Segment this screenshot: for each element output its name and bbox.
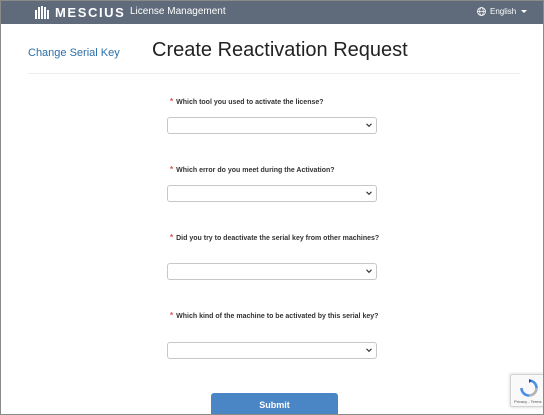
top-navbar: MESCIUS License Management English — [1, 1, 543, 24]
submit-button[interactable]: Submit — [211, 393, 338, 414]
brand-logo[interactable]: MESCIUS — [35, 5, 125, 20]
question-text: Which kind of the machine to be activate… — [176, 313, 379, 320]
required-asterisk: * — [170, 165, 174, 174]
question-text: Did you try to deactivate the serial key… — [176, 235, 380, 242]
question-label-deactivate: * Did you try to deactivate the serial ke… — [170, 233, 380, 244]
select-machine[interactable] — [167, 342, 377, 359]
chevron-down-icon — [366, 123, 372, 128]
chevron-down-icon — [366, 348, 372, 353]
question-label-machine: * Which kind of the machine to be activat… — [170, 311, 380, 322]
caret-down-icon — [521, 10, 528, 13]
question-text: Which error do you meet during the Activ… — [176, 167, 335, 174]
chevron-down-icon — [366, 269, 372, 274]
question-label-error: * Which error do you meet during the Acti… — [170, 165, 380, 176]
chevron-down-icon — [366, 191, 372, 196]
recaptcha-badge[interactable]: Privacy - Terms — [510, 374, 543, 407]
nav-license-management[interactable]: License Management — [130, 6, 226, 17]
page-title: Create Reactivation Request — [152, 39, 408, 61]
question-text: Which tool you used to activate the lice… — [176, 99, 324, 106]
language-label: English — [490, 7, 517, 16]
required-asterisk: * — [170, 233, 174, 242]
page-frame: MESCIUS License Management English Chang… — [0, 0, 544, 415]
language-selector[interactable]: English — [477, 7, 528, 16]
required-asterisk: * — [170, 97, 174, 106]
question-label-tool: * Which tool you used to activate the lic… — [170, 97, 380, 108]
recaptcha-terms[interactable]: Privacy - Terms — [514, 399, 541, 404]
required-asterisk: * — [170, 311, 174, 320]
globe-icon — [477, 7, 486, 16]
mescius-logo-icon — [35, 6, 49, 19]
select-tool[interactable] — [167, 117, 377, 134]
title-divider — [28, 73, 520, 74]
brand-name: MESCIUS — [55, 5, 126, 20]
select-error[interactable] — [167, 185, 377, 202]
change-serial-key-link[interactable]: Change Serial Key — [28, 47, 120, 59]
recaptcha-icon — [520, 379, 538, 397]
select-deactivate[interactable] — [167, 263, 377, 280]
